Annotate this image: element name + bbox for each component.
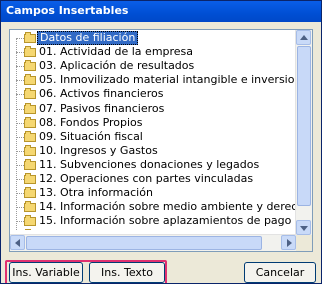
tree-item[interactable]: 09. Situación fiscal [10,130,298,144]
arrow-left-icon [15,239,20,247]
vertical-scrollbar[interactable] [295,30,312,235]
tree-branch-line [16,136,24,138]
tree-content: Datos de filiación 01. Actividad de la em… [10,30,298,230]
tree-item-label: 01. Actividad de la empresa [39,45,194,59]
tree-item-label: 07. Pasivos financieros [39,101,165,115]
tree-branch-line [16,221,24,223]
tree-item-label: Datos de filiación [37,31,139,45]
tree-item-label: 15. Información sobre aplazamientos de p… [39,214,298,228]
scroll-up-button[interactable] [296,30,311,45]
scroll-corner [296,235,312,251]
folder-icon [24,46,36,58]
folder-icon [24,173,36,184]
arrow-up-icon [300,35,308,40]
tree-item-label: 14. Información sobre medio ambiente y d… [39,200,298,214]
tree-item-label: 08. Fondos Propios [39,115,143,129]
title-bar[interactable]: Campos Insertables [1,1,321,22]
tree-item-label: 12. Operaciones con partes vinculadas [39,172,254,185]
tree-item-label: 09. Situación fiscal [39,129,143,143]
folder-icon [24,32,36,43]
tree-item[interactable]: 07. Pasivos financieros [10,102,298,116]
tree-item[interactable]: 15. Información sobre aplazamientos de p… [10,214,298,228]
highlight-annotation [5,260,167,283]
tree-branch-line [16,108,24,110]
tree-item[interactable]: 03. Aplicación de resultados [10,59,298,73]
fields-tree[interactable]: Datos de filiación 01. Actividad de la em… [9,29,313,252]
folder-icon [24,158,36,170]
tree-branch-line [16,164,24,166]
tree-item-label: 03. Aplicación de resultados [39,59,195,73]
tree-branch-line [16,150,24,152]
tree-branch-line [16,38,24,39]
tree-item[interactable]: Datos de filiación [10,31,298,45]
tree-item-label: 05. Inmovilizado material intangible e i… [39,73,298,87]
window-title: Campos Insertables [6,4,129,17]
tree-item[interactable]: 14. Información sobre medio ambiente y d… [10,200,298,214]
tree-branch-line [16,122,24,124]
tree-item[interactable]: 01. Actividad de la empresa [10,45,298,59]
folder-icon [24,60,36,72]
tree-branch-line [16,207,24,209]
folder-icon [24,74,36,86]
tree-item[interactable]: 05. Inmovilizado material intangible e i… [10,73,298,87]
tree-branch-line [16,94,24,96]
tree-item[interactable]: 11. Subvenciones donaciones y legados [10,158,298,172]
folder-icon [24,116,36,128]
tree-branch-line [16,193,24,195]
tree-item-label: 06. Activos financieros [39,87,164,101]
folder-icon [24,215,36,227]
tree-branch-line [16,80,24,82]
tree-item[interactable]: 13. Otra información [10,186,298,200]
tree-item-label: 11. Subvenciones donaciones y legados [39,157,260,171]
vertical-scroll-thumb[interactable] [297,46,311,206]
tree-item[interactable]: 16. Exigencias informativas derivadas de… [10,228,298,230]
dialog-window: Campos Insertables Datos de filiación 01.… [0,0,322,284]
tree-item-label: 13. Otra información [39,186,153,200]
folder-icon [24,102,36,114]
scroll-right-button[interactable] [281,235,296,250]
arrow-down-icon [300,226,308,231]
tree-item-label: 10. Ingresos y Gastos [39,143,158,157]
folder-icon [24,144,36,156]
folder-icon [24,187,36,199]
horizontal-scroll-thumb[interactable] [26,236,262,250]
tree-branch-line [16,179,24,180]
scroll-left-button[interactable] [10,235,25,250]
tree-branch-line [16,52,24,54]
arrow-right-icon [287,239,292,247]
scroll-down-button[interactable] [296,220,311,235]
tree-item[interactable]: 06. Activos financieros [10,87,298,101]
tree-item-label: 16. Exigencias informativas derivadas de… [39,228,298,230]
folder-icon [24,130,36,142]
horizontal-scrollbar[interactable] [10,234,296,251]
tree-branch-line [16,66,24,68]
folder-icon [24,201,36,213]
tree-item[interactable]: 12. Operaciones con partes vinculadas [10,172,298,186]
tree-item[interactable]: 10. Ingresos y Gastos [10,144,298,158]
folder-icon [24,88,36,100]
cancelar-button[interactable]: Cancelar [244,262,316,283]
tree-item[interactable]: 08. Fondos Propios [10,116,298,130]
